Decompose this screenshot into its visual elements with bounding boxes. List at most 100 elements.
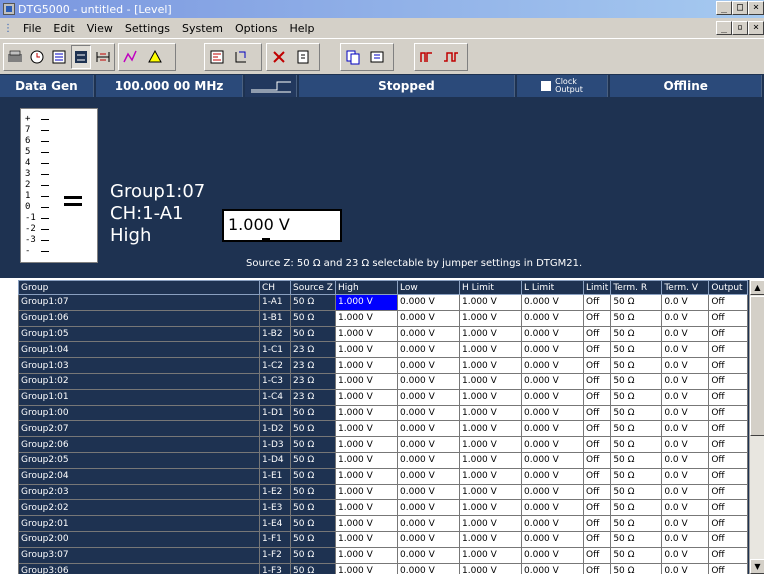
table-cell[interactable]: 1.000 V bbox=[335, 546, 398, 564]
table-cell[interactable]: Off bbox=[708, 530, 749, 548]
scroll-thumb[interactable] bbox=[750, 296, 764, 436]
table-cell[interactable]: 0.000 V bbox=[397, 372, 460, 390]
clock-output-checkbox[interactable] bbox=[541, 81, 552, 91]
table-cell[interactable]: 0.0 V bbox=[661, 451, 710, 469]
table-row[interactable]: Group1:02 1-C3 23 Ω 1.000 V 0.000 V 1.000 V 0.… bbox=[18, 372, 749, 390]
table-cell[interactable]: 50 Ω bbox=[290, 467, 336, 485]
table-cell[interactable]: 50 Ω bbox=[290, 325, 336, 343]
table-row[interactable]: Group2:06 1-D3 50 Ω 1.000 V 0.000 V 1.000 V 0.… bbox=[18, 436, 749, 453]
table-cell[interactable]: 50 Ω bbox=[610, 325, 663, 343]
table-row[interactable]: Group2:04 1-E1 50 Ω 1.000 V 0.000 V 1.000 V 0.… bbox=[18, 467, 749, 485]
table-cell[interactable]: Off bbox=[708, 515, 749, 532]
table-cell[interactable]: 0.0 V bbox=[661, 325, 710, 343]
table-cell[interactable]: Off bbox=[708, 404, 749, 422]
table-cell[interactable]: Off bbox=[708, 546, 749, 564]
table-cell[interactable]: Off bbox=[582, 515, 612, 532]
table-cell[interactable]: 50 Ω bbox=[610, 483, 663, 501]
table-cell[interactable]: 50 Ω bbox=[610, 420, 663, 438]
table-cell[interactable]: 0.0 V bbox=[661, 341, 710, 359]
table-cell[interactable]: 0.000 V bbox=[397, 341, 460, 359]
table-cell[interactable]: 0.0 V bbox=[661, 420, 710, 438]
table-cell[interactable]: 50 Ω bbox=[610, 341, 663, 359]
delay-icon[interactable] bbox=[268, 45, 290, 69]
column-header[interactable]: Group bbox=[18, 280, 260, 295]
table-cell[interactable]: Off bbox=[708, 388, 749, 406]
menu-file[interactable]: File bbox=[17, 22, 47, 35]
table-cell[interactable]: 0.000 V bbox=[521, 483, 584, 501]
table-cell[interactable]: 0.000 V bbox=[397, 562, 460, 574]
jump-icon[interactable] bbox=[230, 45, 252, 69]
column-header[interactable]: Limit bbox=[582, 280, 612, 295]
table-cell[interactable]: Off bbox=[582, 404, 612, 422]
table-cell[interactable]: Off bbox=[708, 483, 749, 501]
table-cell[interactable]: Off bbox=[708, 420, 749, 438]
table-cell[interactable]: 1.000 V bbox=[335, 483, 398, 501]
table-cell[interactable]: Off bbox=[582, 451, 612, 469]
table-cell[interactable]: 1.000 V bbox=[335, 325, 398, 343]
table-cell[interactable]: 1.000 V bbox=[459, 341, 522, 359]
table-cell[interactable]: Off bbox=[582, 309, 612, 327]
table-cell[interactable]: 0.000 V bbox=[397, 530, 460, 548]
table-cell[interactable]: 1.000 V bbox=[335, 420, 398, 438]
table-cell[interactable]: 1.000 V bbox=[459, 388, 522, 406]
table-cell[interactable]: 0.0 V bbox=[661, 467, 710, 485]
table-cell[interactable]: 50 Ω bbox=[610, 294, 663, 311]
table-scrollbar[interactable]: ▲ ▼ bbox=[749, 280, 764, 574]
table-cell[interactable]: 0.000 V bbox=[397, 357, 460, 374]
menu-system[interactable]: System bbox=[176, 22, 229, 35]
menu-view[interactable]: View bbox=[81, 22, 119, 35]
table-cell[interactable]: 50 Ω bbox=[610, 388, 663, 406]
table-cell[interactable]: 0.000 V bbox=[397, 483, 460, 501]
setup-icon[interactable] bbox=[5, 45, 25, 69]
table-cell[interactable]: 1.000 V bbox=[459, 436, 522, 453]
table-cell[interactable]: Off bbox=[708, 436, 749, 453]
table-cell[interactable]: Off bbox=[582, 325, 612, 343]
table-cell[interactable]: 1.000 V bbox=[459, 562, 522, 574]
table-cell[interactable]: 50 Ω bbox=[610, 546, 663, 564]
table-cell[interactable]: 1.000 V bbox=[335, 404, 398, 422]
table-cell[interactable]: 0.000 V bbox=[397, 546, 460, 564]
table-cell[interactable]: 50 Ω bbox=[290, 436, 336, 453]
level-icon[interactable] bbox=[70, 45, 92, 69]
table-cell[interactable]: 50 Ω bbox=[290, 499, 336, 517]
table-cell[interactable]: 50 Ω bbox=[610, 515, 663, 532]
minimize-button[interactable]: _ bbox=[716, 1, 732, 15]
table-cell[interactable]: 1.000 V bbox=[459, 420, 522, 438]
table-cell[interactable]: 23 Ω bbox=[290, 341, 336, 359]
table-cell[interactable]: 0.000 V bbox=[521, 388, 584, 406]
table-cell[interactable]: 1.000 V bbox=[459, 451, 522, 469]
table-cell[interactable]: Off bbox=[582, 436, 612, 453]
table-cell[interactable]: 0.000 V bbox=[521, 404, 584, 422]
child-minimize-button[interactable]: _ bbox=[716, 21, 732, 35]
table-row[interactable]: Group1:06 1-B1 50 Ω 1.000 V 0.000 V 1.000 V 0.… bbox=[18, 309, 749, 327]
waveform-icon[interactable] bbox=[144, 45, 166, 69]
table-cell[interactable]: Off bbox=[582, 372, 612, 390]
table-cell[interactable]: 0.000 V bbox=[397, 294, 460, 311]
table-cell[interactable]: Off bbox=[708, 467, 749, 485]
table-cell[interactable]: 50 Ω bbox=[290, 451, 336, 469]
pulse-icon[interactable] bbox=[440, 45, 462, 69]
table-cell[interactable]: 50 Ω bbox=[290, 420, 336, 438]
table-cell[interactable]: 0.000 V bbox=[521, 515, 584, 532]
scroll-up-icon[interactable]: ▲ bbox=[750, 280, 764, 295]
table-cell[interactable]: Off bbox=[582, 467, 612, 485]
table-cell[interactable]: 1.000 V bbox=[335, 436, 398, 453]
sequence-icon[interactable] bbox=[206, 45, 228, 69]
table-cell[interactable]: 1.000 V bbox=[459, 404, 522, 422]
table-cell[interactable]: 0.0 V bbox=[661, 436, 710, 453]
table-cell[interactable]: 1.000 V bbox=[459, 372, 522, 390]
column-header[interactable]: Low bbox=[397, 280, 460, 295]
table-cell[interactable]: 1.000 V bbox=[459, 515, 522, 532]
table-cell[interactable]: Off bbox=[708, 325, 749, 343]
table-cell[interactable]: 50 Ω bbox=[610, 530, 663, 548]
table-cell[interactable]: 0.000 V bbox=[521, 372, 584, 390]
table-cell[interactable]: 0.000 V bbox=[521, 546, 584, 564]
table-cell[interactable]: 23 Ω bbox=[290, 372, 336, 390]
table-cell[interactable]: 0.000 V bbox=[521, 451, 584, 469]
table-cell[interactable]: 1.000 V bbox=[335, 388, 398, 406]
child-restore-button[interactable]: ▫ bbox=[732, 21, 748, 35]
menu-help[interactable]: Help bbox=[283, 22, 320, 35]
table-row[interactable]: Group1:00 1-D1 50 Ω 1.000 V 0.000 V 1.000 V 0.… bbox=[18, 404, 749, 422]
table-cell[interactable]: Off bbox=[582, 546, 612, 564]
table-cell[interactable]: 50 Ω bbox=[290, 562, 336, 574]
